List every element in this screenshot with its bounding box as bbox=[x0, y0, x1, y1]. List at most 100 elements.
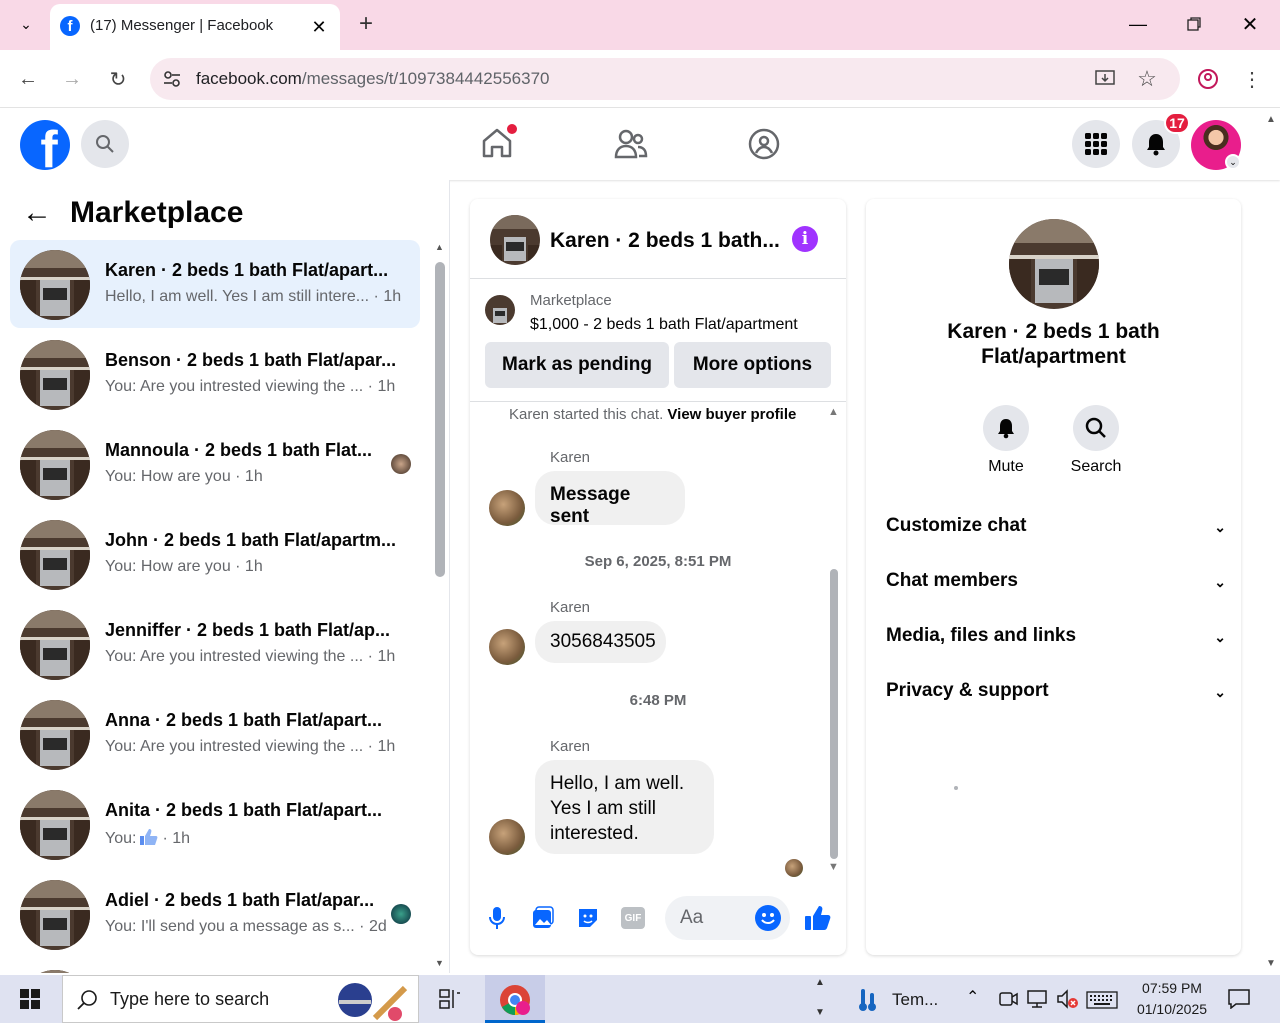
page-scroll-up-icon[interactable]: ▲ bbox=[1266, 114, 1276, 125]
message-bubble[interactable]: 3056843505 bbox=[535, 621, 666, 663]
scroll-down-arrow-icon[interactable]: ▼ bbox=[435, 958, 445, 968]
groups-icon[interactable] bbox=[748, 128, 780, 160]
search-label: Search bbox=[1070, 458, 1122, 475]
section-media-files-links[interactable]: Media, files and links ⌄ bbox=[886, 625, 1226, 647]
sender-avatar[interactable] bbox=[489, 629, 525, 665]
close-window-icon[interactable]: ✕ bbox=[1238, 12, 1262, 36]
scrollbar-thumb[interactable] bbox=[435, 262, 445, 577]
conversation-item[interactable]: John · 2 beds 1 bath Flat/apartm... You: … bbox=[10, 510, 420, 598]
back-icon[interactable]: ← bbox=[16, 67, 40, 91]
close-tab-icon[interactable]: ✕ bbox=[308, 16, 330, 38]
listing-detail[interactable]: $1,000 - 2 beds 1 bath Flat/apartment bbox=[530, 316, 798, 334]
conversation-preview: You: How are you · 1h bbox=[105, 558, 263, 576]
listing-photo[interactable] bbox=[1009, 219, 1099, 309]
page-scroll-down-icon[interactable]: ▼ bbox=[1266, 958, 1276, 969]
taskbar-clock[interactable]: 07:59 PM 01/10/2025 bbox=[1126, 978, 1218, 1020]
section-chat-members[interactable]: Chat members ⌄ bbox=[886, 570, 1226, 592]
message-bubble[interactable]: Message sent bbox=[535, 471, 685, 527]
preview-text: You: How are you · 1h bbox=[105, 558, 263, 575]
site-settings-icon[interactable] bbox=[162, 69, 182, 89]
scroll-up-arrow-icon[interactable]: ▲ bbox=[435, 242, 445, 252]
section-customize-chat[interactable]: Customize chat ⌄ bbox=[886, 515, 1226, 537]
chevron-down-icon: ⌄ bbox=[1214, 684, 1226, 700]
bookmark-star-icon[interactable]: ☆ bbox=[1135, 66, 1159, 91]
conversation-preview: You: Are you intrested viewing the ... ·… bbox=[105, 378, 395, 396]
keyboard-icon[interactable] bbox=[1086, 991, 1118, 1009]
conversation-item[interactable]: Jenniffer · 2 beds 1 bath Flat/ap... You:… bbox=[10, 600, 420, 688]
conversation-item[interactable]: Karen · 2 beds 1 bath Flat/apart... Hello… bbox=[10, 240, 420, 328]
meet-now-icon[interactable] bbox=[998, 989, 1018, 1009]
chat-scrollbar-thumb[interactable] bbox=[830, 569, 838, 859]
like-thumb-icon[interactable] bbox=[804, 904, 832, 932]
preview-text: You: I'll send you a message as s... · 2… bbox=[105, 918, 387, 935]
info-icon[interactable]: i bbox=[792, 226, 818, 252]
facebook-logo[interactable]: f bbox=[20, 120, 70, 170]
gif-icon[interactable]: GIF bbox=[621, 907, 645, 929]
address-bar[interactable]: facebook.com/messages/t/1097384442556370… bbox=[150, 58, 1180, 100]
taskbar-chrome-app[interactable] bbox=[485, 975, 545, 1023]
mute-button[interactable] bbox=[983, 405, 1029, 451]
search-button[interactable] bbox=[81, 120, 129, 168]
message-bubble[interactable]: Hello, I am well. Yes I am still interes… bbox=[535, 760, 714, 854]
back-arrow-icon[interactable]: ← bbox=[22, 196, 56, 230]
more-options-button[interactable]: More options bbox=[674, 342, 831, 388]
chat-header-thumbnail[interactable] bbox=[490, 215, 540, 265]
conversation-item[interactable]: Anita · 2 beds 1 bath Flat/apart... You: ·… bbox=[10, 780, 420, 868]
home-icon[interactable] bbox=[480, 124, 517, 160]
taskbar-scroll-up-icon[interactable]: ▲ bbox=[815, 977, 825, 988]
emoji-icon[interactable] bbox=[755, 905, 781, 931]
volume-muted-icon[interactable] bbox=[1056, 989, 1080, 1011]
profile-icon[interactable] bbox=[1196, 67, 1220, 91]
chat-scroll-down-icon[interactable]: ▼ bbox=[828, 861, 839, 873]
preview-text: · 1h bbox=[162, 830, 191, 847]
show-hidden-icons-chevron-icon[interactable]: ⌃ bbox=[966, 987, 979, 1007]
sticker-icon[interactable] bbox=[576, 906, 600, 930]
conversation-item[interactable]: Anna · 2 beds 1 bath Flat/apart... You: A… bbox=[10, 690, 420, 778]
preview-prefix: You: bbox=[105, 830, 137, 847]
task-view-icon[interactable] bbox=[439, 988, 461, 1010]
new-tab-icon[interactable]: + bbox=[354, 10, 378, 37]
conversation-item-partial[interactable] bbox=[10, 960, 420, 973]
notifications-button[interactable]: 17 bbox=[1132, 112, 1190, 168]
loading-dot bbox=[954, 786, 958, 790]
kebab-menu-icon[interactable]: ⋮ bbox=[1240, 67, 1264, 91]
tab-list-chevron-icon[interactable]: ⌄ bbox=[14, 12, 38, 36]
reload-icon[interactable]: ↻ bbox=[106, 67, 130, 91]
network-icon[interactable] bbox=[1026, 989, 1048, 1009]
avatar[interactable]: ⌄ bbox=[1191, 120, 1241, 170]
forward-icon[interactable]: → bbox=[60, 67, 84, 91]
mark-as-pending-button[interactable]: Mark as pending bbox=[485, 342, 669, 388]
sender-avatar[interactable] bbox=[489, 490, 525, 526]
cricket-search-highlight-icon[interactable] bbox=[331, 978, 409, 1022]
notification-center-icon[interactable] bbox=[1228, 989, 1250, 1010]
sender-name: Karen bbox=[550, 449, 591, 466]
taskbar-search-box[interactable]: Type here to search bbox=[62, 975, 419, 1023]
menu-button[interactable] bbox=[1072, 120, 1120, 168]
install-app-icon[interactable] bbox=[1094, 68, 1116, 90]
photo-icon[interactable] bbox=[531, 906, 555, 930]
home-notification-dot bbox=[507, 124, 517, 134]
minimize-icon[interactable]: — bbox=[1126, 12, 1150, 36]
chat-scroll-up-icon[interactable]: ▲ bbox=[828, 406, 839, 418]
weather-text[interactable]: Tem... bbox=[892, 990, 938, 1010]
section-privacy-support[interactable]: Privacy & support ⌄ bbox=[886, 680, 1226, 702]
conversation-item[interactable]: Mannoula · 2 beds 1 bath Flat... You: How… bbox=[10, 420, 420, 508]
windows-start-icon[interactable] bbox=[20, 989, 40, 1009]
restore-icon[interactable] bbox=[1182, 12, 1206, 36]
search-conversation-button[interactable] bbox=[1073, 405, 1119, 451]
friends-icon[interactable] bbox=[614, 128, 648, 162]
preview-text: You: Are you intrested viewing the ... ·… bbox=[105, 378, 396, 395]
browser-tab[interactable]: f (17) Messenger | Facebook ✕ bbox=[50, 4, 340, 50]
listing-thumbnail bbox=[20, 610, 90, 680]
conversation-item[interactable]: Benson · 2 beds 1 bath Flat/apar... You: … bbox=[10, 330, 420, 418]
preview-text: You: Are you intrested viewing the ... ·… bbox=[105, 648, 396, 665]
microphone-icon[interactable] bbox=[486, 906, 508, 930]
sender-avatar[interactable] bbox=[489, 819, 525, 855]
message-input[interactable]: Aa bbox=[665, 896, 790, 940]
chat-title[interactable]: Karen · 2 beds 1 bath... bbox=[550, 229, 780, 253]
view-buyer-profile-link[interactable]: View buyer profile bbox=[667, 406, 796, 423]
divider bbox=[470, 278, 846, 279]
taskbar-scroll-down-icon[interactable]: ▼ bbox=[815, 1007, 825, 1018]
conversation-item[interactable]: Adiel · 2 beds 1 bath Flat/apar... You: I… bbox=[10, 870, 420, 958]
thermometer-icon[interactable] bbox=[857, 987, 879, 1013]
